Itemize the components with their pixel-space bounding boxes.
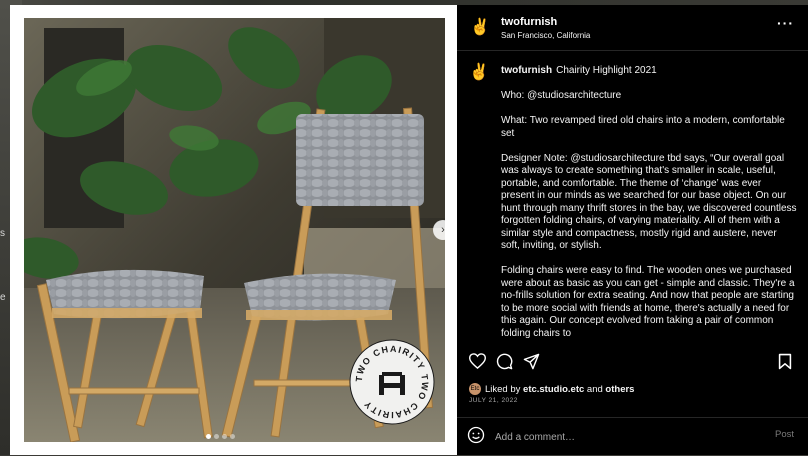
two-chairity-seal: TWO CHAIRITY TWO CHAIRITY [349, 339, 435, 425]
post-date: JULY 21, 2022 [469, 397, 518, 404]
caption-paragraph: Folding chairs were easy to find. The wo… [501, 265, 795, 339]
comment-input[interactable] [493, 428, 757, 446]
bookmark-icon[interactable] [775, 351, 795, 371]
background-text: s [0, 228, 5, 239]
more-options-icon[interactable]: ··· [777, 15, 794, 31]
post-header: ✌ twofurnish San Francisco, California ·… [457, 5, 808, 51]
likes-joiner: and [586, 383, 603, 395]
liker-username[interactable]: etc.studio.etc [523, 384, 584, 395]
carousel-dot [222, 434, 227, 439]
caption: twofurnish Chairity Highlight 2021 Who: @… [501, 65, 797, 344]
heart-icon[interactable] [467, 351, 487, 371]
action-bar [457, 351, 808, 373]
post-comment-button[interactable]: Post [775, 429, 794, 440]
carousel-dot [206, 434, 211, 439]
carousel-indicator [206, 434, 235, 439]
emoji-icon[interactable] [467, 426, 485, 444]
caption-username[interactable]: twofurnish [501, 65, 552, 76]
likes-summary[interactable]: Etc Liked by etc.studio.etc and others [469, 383, 634, 395]
caption-title: Chairity Highlight 2021 [556, 65, 657, 76]
comment-icon[interactable] [494, 351, 514, 371]
post-location[interactable]: San Francisco, California [501, 31, 590, 40]
caption-scroll-area[interactable]: ✌ twofurnish Chairity Highlight 2021 Who:… [457, 51, 808, 344]
peace-hand-icon[interactable]: ✌ [469, 16, 491, 38]
peace-hand-icon[interactable]: ✌ [469, 62, 489, 82]
carousel-dot [230, 434, 235, 439]
post-image-frame: TWO CHAIRITY TWO CHAIRITY › [10, 5, 457, 455]
caption-paragraph: Who: @studiosarchitecture [501, 90, 622, 101]
share-icon[interactable] [521, 351, 541, 371]
next-image-button[interactable]: › [433, 220, 453, 240]
comment-bar: Post [457, 417, 808, 456]
likes-prefix: Liked by [485, 383, 521, 395]
liker-avatar: Etc [469, 383, 481, 395]
post-modal: TWO CHAIRITY TWO CHAIRITY › ✌ twofurnish [10, 5, 808, 455]
caption-paragraph: Designer Note: @studiosarchitecture tbd … [501, 152, 797, 252]
background-text: e [0, 292, 6, 303]
post-details-panel: ✌ twofurnish San Francisco, California ·… [457, 5, 808, 455]
caption-paragraph: What: Two revamped tired old chairs into… [501, 115, 785, 139]
author-username[interactable]: twofurnish [501, 16, 557, 28]
carousel-dot [214, 434, 219, 439]
chevron-right-icon: › [441, 224, 445, 236]
post-photo[interactable]: TWO CHAIRITY TWO CHAIRITY [24, 18, 445, 442]
likes-others[interactable]: others [605, 384, 634, 395]
